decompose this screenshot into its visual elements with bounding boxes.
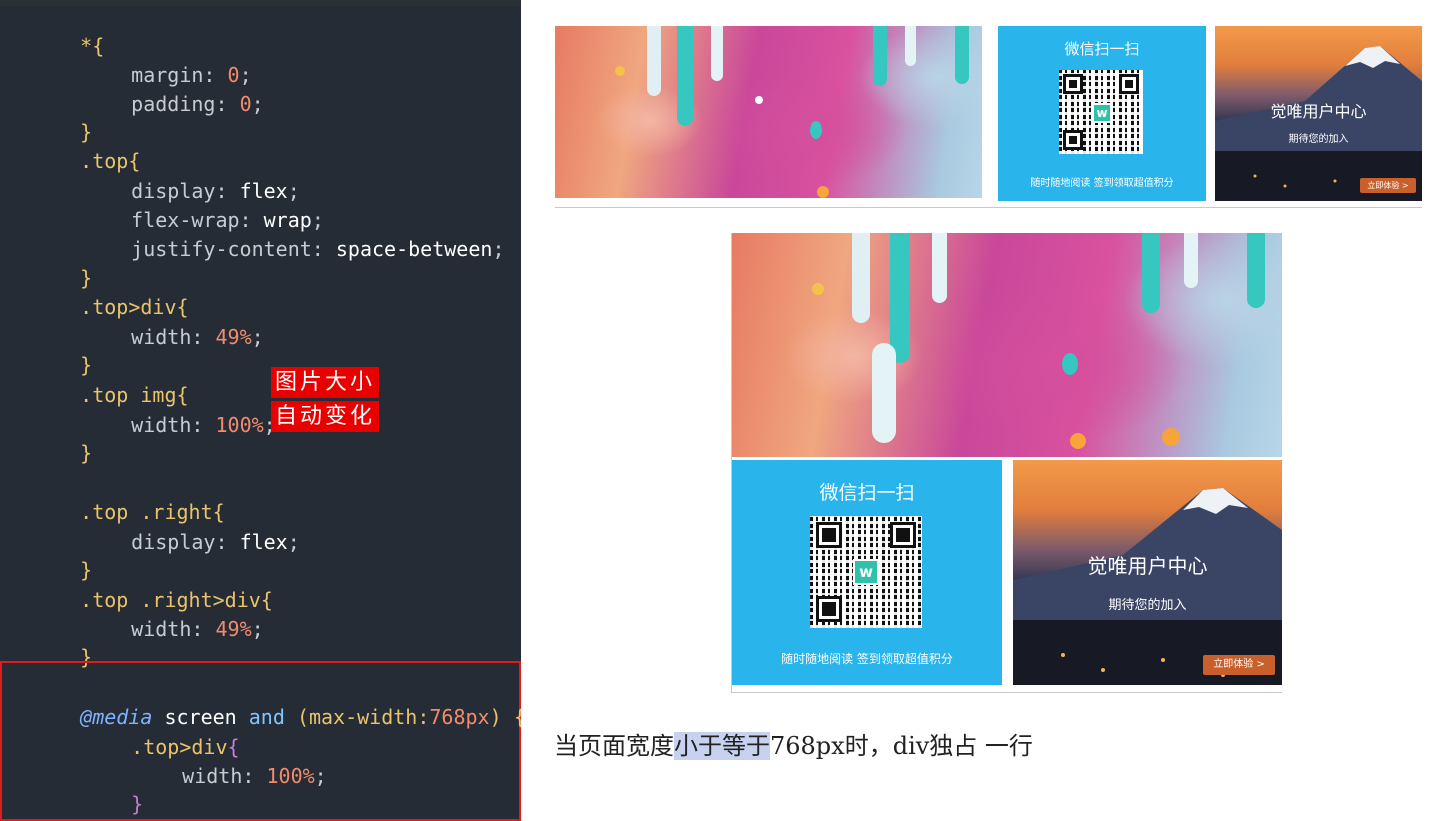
code-line: .top>div{ [32, 704, 239, 759]
paint-drip [852, 233, 870, 323]
css-value: 0 [239, 92, 252, 116]
caption-highlight: 小于等于 [674, 732, 770, 760]
code-line: width: 49%; [131, 617, 264, 641]
paint-drip [711, 26, 723, 81]
paint-dot [1070, 433, 1086, 449]
code-line: padding: 0; [131, 92, 264, 116]
css-property: width [131, 325, 192, 349]
code-line: } [32, 89, 92, 144]
banner-image [555, 26, 982, 198]
code-line: } [32, 322, 92, 377]
css-value: 100% [215, 413, 264, 437]
paint-drip [873, 26, 887, 86]
css-value: flex [239, 530, 288, 554]
try-now-button[interactable]: 立即体验 > [1203, 655, 1275, 675]
paint-drip [1247, 233, 1265, 308]
wechat-scan-title: 微信扫一扫 [1064, 40, 1140, 58]
code-line: @media screen and (max-width:768px) { [32, 674, 521, 729]
media-keyword: and [248, 705, 285, 729]
css-value: 49% [215, 617, 252, 641]
css-property: display [131, 530, 216, 554]
css-property: width [182, 764, 243, 788]
paint-dot [755, 96, 763, 104]
code-line: *{ [32, 3, 104, 58]
css-value: 100% [266, 764, 315, 788]
paint-drip [677, 26, 693, 126]
paint-drip [932, 233, 947, 303]
code-line: .top img{ [32, 352, 188, 407]
paint-dot [810, 121, 822, 139]
code-line: } [32, 410, 92, 465]
user-center-panel: 觉唯用户中心 期待您的加入 立即体验 > [1013, 460, 1282, 685]
css-value: 49% [215, 325, 252, 349]
media-paren: ) [489, 705, 502, 729]
try-now-button[interactable]: 立即体验 > [1360, 178, 1416, 193]
media-value: 768px [429, 705, 490, 729]
paint-drip [905, 26, 916, 66]
brace: { [514, 705, 521, 729]
paint-dot [615, 66, 625, 76]
css-property: width [131, 617, 192, 641]
qr-code: w [1059, 70, 1143, 154]
code-line: justify-content: space-between; [131, 237, 505, 261]
wechat-footer-text: 随时随地阅读 签到领取超值积分 [781, 652, 953, 666]
paint-drip [955, 26, 969, 84]
qr-code: w [810, 516, 922, 628]
code-line: width: 100%; [131, 413, 276, 437]
code-line: display: flex; [131, 179, 300, 203]
paint-drip [872, 343, 896, 443]
paint-drip [647, 26, 661, 96]
caption-text: 768px时，div独占 一行 [770, 732, 1033, 760]
code-line: } [32, 614, 92, 669]
paint-dot [1162, 428, 1180, 446]
code-line: } [32, 235, 92, 290]
code-line: .top .right>div{ [32, 557, 273, 612]
code-line: margin: 0; [131, 63, 252, 87]
code-line: width: 49%; [131, 325, 264, 349]
code-line: .top{ [32, 118, 140, 173]
user-center-title: 觉唯用户中心 [1270, 102, 1367, 121]
css-property: justify-content [131, 237, 312, 261]
user-center-subtitle: 期待您的加入 [1108, 598, 1187, 613]
code-line: flex-wrap: wrap; [131, 208, 324, 232]
css-property: width [131, 413, 192, 437]
brace: } [131, 792, 144, 816]
paint-drip [890, 233, 910, 363]
wechat-scan-panel: 微信扫一扫 w 随时随地阅读 签到领取超值积分 [732, 460, 1002, 685]
banner-image [732, 233, 1282, 457]
user-center-subtitle: 期待您的加入 [1288, 134, 1349, 145]
paint-dot [812, 283, 824, 295]
css-value: space-between [335, 237, 493, 261]
annotation-note: 自动变化 [271, 401, 380, 432]
wechat-footer-text: 随时随地阅读 签到领取超值积分 [1030, 178, 1174, 189]
paint-dot [817, 186, 829, 198]
paint-dot [1062, 353, 1078, 375]
code-editor[interactable]: *{ margin: 0; padding: 0; } .top{ displa… [0, 0, 521, 821]
code-line: width: 100%; [182, 764, 327, 788]
paint-drip [1184, 233, 1198, 288]
explanation-caption: 当页面宽度小于等于768px时，div独占 一行 [554, 728, 1033, 764]
code-line: .top .right{ [32, 469, 225, 524]
user-center-panel: 觉唯用户中心 期待您的加入 立即体验 > [1215, 26, 1422, 201]
code-line: display: flex; [131, 530, 300, 554]
css-property: padding [131, 92, 216, 116]
caption-text: 当页面宽度 [554, 732, 674, 760]
qr-logo-icon: w [853, 559, 879, 585]
preview-narrow-layout: 微信扫一扫 w 随时随地阅读 签到领取超值积分 觉唯用户中心 期待您的加入 立即… [731, 233, 1282, 693]
user-center-title: 觉唯用户中心 [1087, 554, 1208, 578]
code-line: } [32, 527, 92, 582]
code-line: .top>div{ [32, 264, 188, 319]
code-line: } [32, 761, 143, 816]
wechat-scan-title: 微信扫一扫 [819, 482, 915, 504]
preview-wide-layout: 微信扫一扫 w 随时随地阅读 签到领取超值积分 觉唯用户中心 期待您的加入 立即… [555, 26, 1422, 208]
brace: } [80, 441, 93, 465]
qr-logo-icon: w [1092, 103, 1112, 123]
wechat-scan-panel: 微信扫一扫 w 随时随地阅读 签到领取超值积分 [998, 26, 1206, 201]
media-feature: (max-width: [296, 705, 430, 729]
code-line: } [32, 790, 92, 819]
annotation-note: 图片大小 [271, 367, 380, 398]
paint-drip [1142, 233, 1160, 313]
